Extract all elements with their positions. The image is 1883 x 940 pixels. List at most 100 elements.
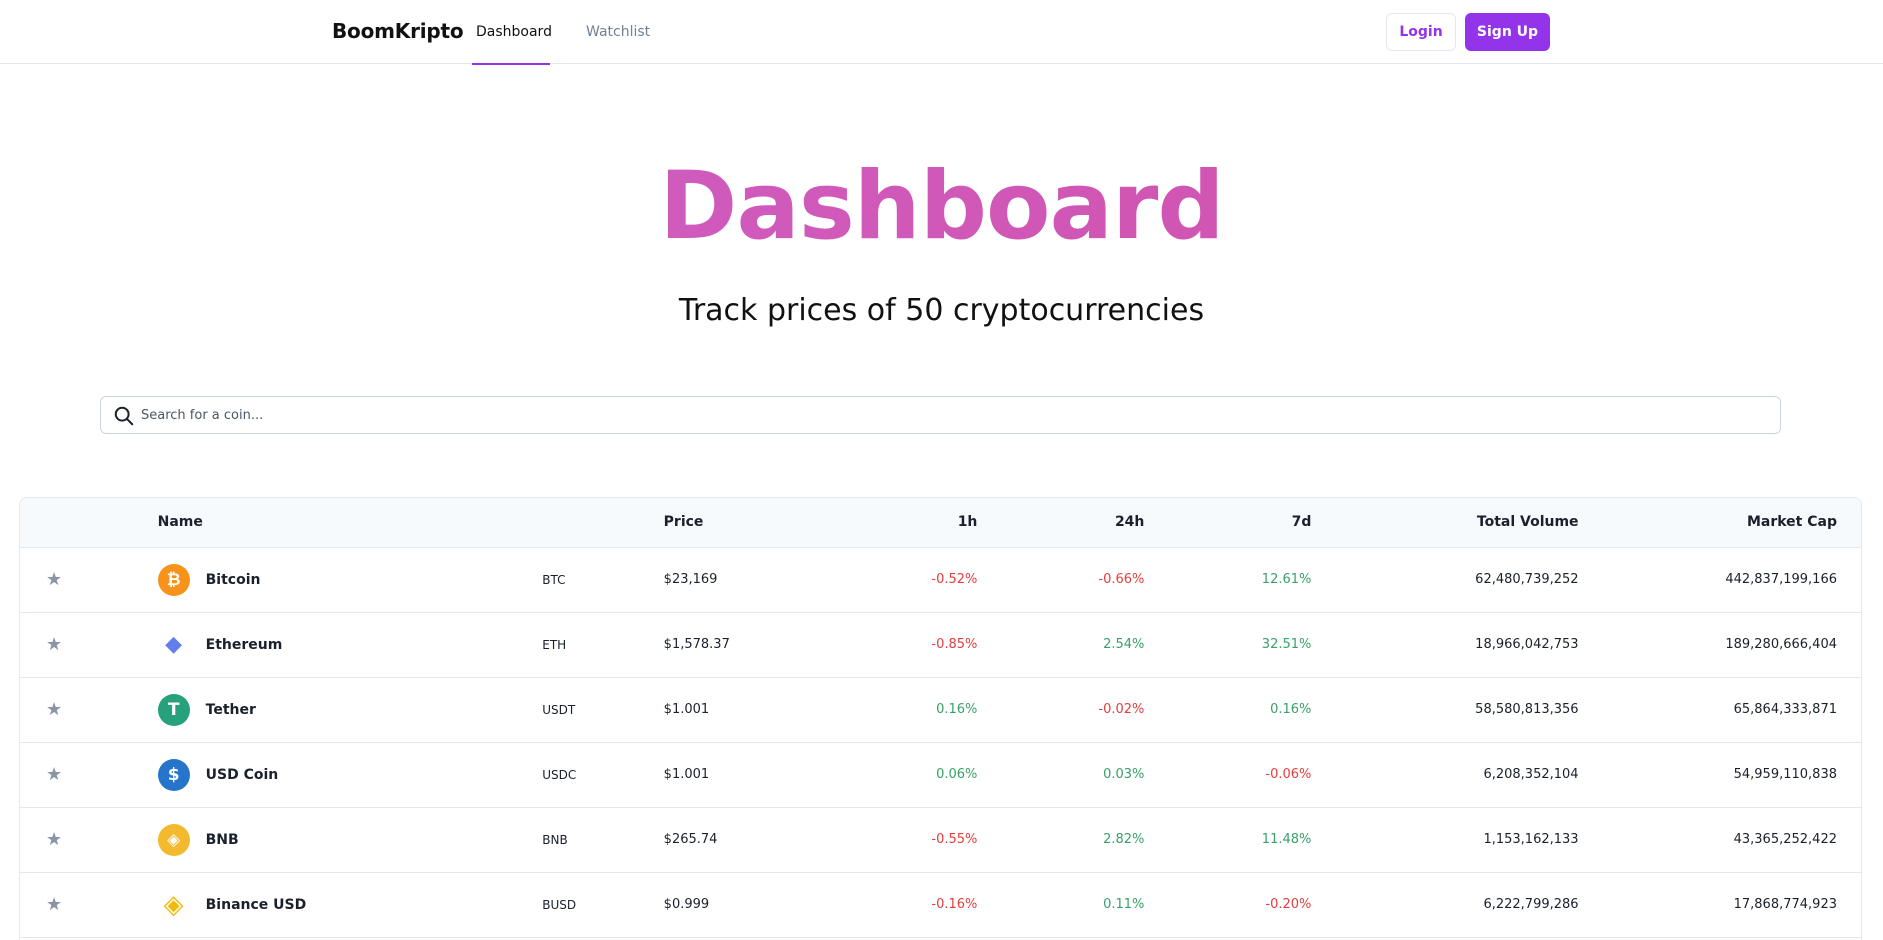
star-icon[interactable]: ★ <box>46 830 62 849</box>
header-1h[interactable]: 1h <box>795 498 978 548</box>
search-input[interactable] <box>141 397 1761 433</box>
coin-price: $265.74 <box>663 832 718 847</box>
star-icon[interactable]: ★ <box>46 635 62 654</box>
brand-logo[interactable]: BoomKripto <box>332 19 464 43</box>
coin-symbol: BUSD <box>542 897 577 912</box>
coin-name: Ethereum <box>205 636 283 653</box>
change-24h: 0.11% <box>1103 897 1145 912</box>
usd-coin-icon: $ <box>157 758 190 791</box>
page-subtitle: Track prices of 50 cryptocurrencies <box>678 293 1205 328</box>
market-cap: 442,837,199,166 <box>1725 572 1837 587</box>
binance-usd-icon: ◈ <box>163 889 184 920</box>
coin-name-cell: ◈ Binance USD <box>158 872 543 937</box>
star-icon[interactable]: ★ <box>46 895 62 914</box>
market-cap: 54,959,110,838 <box>1733 767 1837 782</box>
header-price[interactable]: Price <box>663 498 796 548</box>
market-cap: 65,864,333,871 <box>1733 702 1837 717</box>
header-24h[interactable]: 24h <box>977 498 1145 548</box>
coin-name: BNB <box>205 831 239 848</box>
coin-price: $0.999 <box>663 897 710 912</box>
header-7d[interactable]: 7d <box>1144 498 1312 548</box>
header-total-volume[interactable]: Total Volume <box>1311 498 1579 548</box>
coin-symbol: USDT <box>542 702 576 717</box>
coin-symbol: ETH <box>542 637 567 652</box>
change-24h: 0.03% <box>1103 767 1145 782</box>
table-row[interactable]: ★ T Tether USDT $1.001 0.16% -0.02% 0.16% 58,580… <box>20 677 1861 742</box>
watchlist-star-cell: ★ <box>20 807 158 872</box>
change-1h: 0.16% <box>936 702 978 717</box>
coin-name: Tether <box>205 701 256 718</box>
change-7d: 11.48% <box>1261 832 1312 847</box>
table-header-row: Name Price 1h 24h 7d Total Volume Market… <box>20 498 1861 548</box>
watchlist-star-cell: ★ <box>20 612 158 677</box>
change-7d: 12.61% <box>1261 572 1312 587</box>
change-1h: -0.52% <box>931 572 978 587</box>
bitcoin-icon: ₿ <box>157 563 190 596</box>
change-7d: -0.06% <box>1265 767 1312 782</box>
tether-icon: T <box>157 693 190 726</box>
tab-dashboard[interactable]: Dashboard <box>472 0 552 65</box>
change-7d: 0.16% <box>1270 702 1312 717</box>
ethereum-icon: ◆ <box>165 632 183 657</box>
market-cap: 189,280,666,404 <box>1725 637 1837 652</box>
watchlist-star-cell: ★ <box>20 547 158 612</box>
change-7d: 32.51% <box>1261 637 1312 652</box>
coin-info[interactable]: ◈ Binance USD <box>158 889 543 921</box>
total-volume: 58,580,813,356 <box>1475 702 1579 717</box>
coin-symbol: USDC <box>542 767 577 782</box>
table-row[interactable]: ★ ₿ Bitcoin BTC $23,169 -0.52% -0.66% 12.61% 62,… <box>20 547 1861 612</box>
table-row[interactable]: ★ ◆ Ethereum ETH $1,578.37 -0.85% 2.54% 32.51% 1… <box>20 612 1861 677</box>
header-market-cap[interactable]: Market Cap <box>1578 498 1861 548</box>
market-cap: 17,868,774,923 <box>1733 897 1837 912</box>
coin-price: $23,169 <box>663 572 718 587</box>
change-24h: 2.54% <box>1103 637 1145 652</box>
coin-info[interactable]: $ USD Coin <box>157 758 543 791</box>
login-button[interactable]: Login <box>1386 13 1456 51</box>
coin-name: USD Coin <box>205 766 279 783</box>
table-row[interactable]: ★ ◈ Binance USD BUSD $0.999 -0.16% 0.11% -0.20%… <box>20 872 1861 937</box>
change-1h: -0.16% <box>931 897 978 912</box>
bnb-icon: ◈ <box>157 823 190 856</box>
star-icon[interactable]: ★ <box>46 700 62 719</box>
total-volume: 1,153,162,133 <box>1483 832 1579 847</box>
coin-name-cell: ◈ BNB <box>157 807 543 872</box>
table-row[interactable]: ★ $ USD Coin USDC $1.001 0.06% 0.03% -0.06% 6,20… <box>20 742 1861 807</box>
change-1h: -0.55% <box>931 832 978 847</box>
watchlist-star-cell: ★ <box>20 677 158 742</box>
coin-info[interactable]: T Tether <box>157 693 543 726</box>
coin-name-cell: ◆ Ethereum <box>158 612 543 677</box>
coin-info[interactable]: ◈ BNB <box>157 823 543 856</box>
coin-symbol: BNB <box>542 832 568 847</box>
change-24h: -0.02% <box>1098 702 1145 717</box>
page-title: Dashboard <box>0 152 1883 262</box>
table-row[interactable]: ★ ◈ BNB BNB $265.74 -0.55% 2.82% 11.48% 1,153,16… <box>20 807 1861 872</box>
coin-name-cell: ₿ Bitcoin <box>157 547 543 612</box>
top-navbar: BoomKripto Dashboard Watchlist Login Sig… <box>0 0 1883 65</box>
market-cap: 43,365,252,422 <box>1733 832 1837 847</box>
watchlist-star-cell: ★ <box>20 742 158 807</box>
tab-watchlist[interactable]: Watchlist <box>582 0 652 64</box>
change-7d: -0.20% <box>1265 897 1312 912</box>
star-icon[interactable]: ★ <box>46 765 62 784</box>
signup-button[interactable]: Sign Up <box>1465 13 1550 51</box>
coin-name: Bitcoin <box>205 571 261 588</box>
header-watch <box>20 498 158 548</box>
coin-info[interactable]: ₿ Bitcoin <box>157 563 543 596</box>
total-volume: 62,480,739,252 <box>1475 572 1579 587</box>
watchlist-star-cell: ★ <box>20 872 158 937</box>
coin-symbol: BTC <box>542 572 566 587</box>
coin-info[interactable]: ◆ Ethereum <box>158 629 543 661</box>
coins-table: Name Price 1h 24h 7d Total Volume Market… <box>19 497 1862 940</box>
coin-name-cell: T Tether <box>157 677 543 742</box>
header-symbol <box>542 498 664 548</box>
star-icon[interactable]: ★ <box>46 570 62 589</box>
change-1h: -0.85% <box>931 637 978 652</box>
change-24h: -0.66% <box>1098 572 1145 587</box>
total-volume: 6,208,352,104 <box>1483 767 1579 782</box>
total-volume: 18,966,042,753 <box>1475 637 1579 652</box>
header-name[interactable]: Name <box>157 498 543 548</box>
search-icon <box>114 406 134 426</box>
change-24h: 2.82% <box>1103 832 1145 847</box>
coin-price: $1,578.37 <box>663 637 730 652</box>
search-bar <box>100 396 1781 434</box>
